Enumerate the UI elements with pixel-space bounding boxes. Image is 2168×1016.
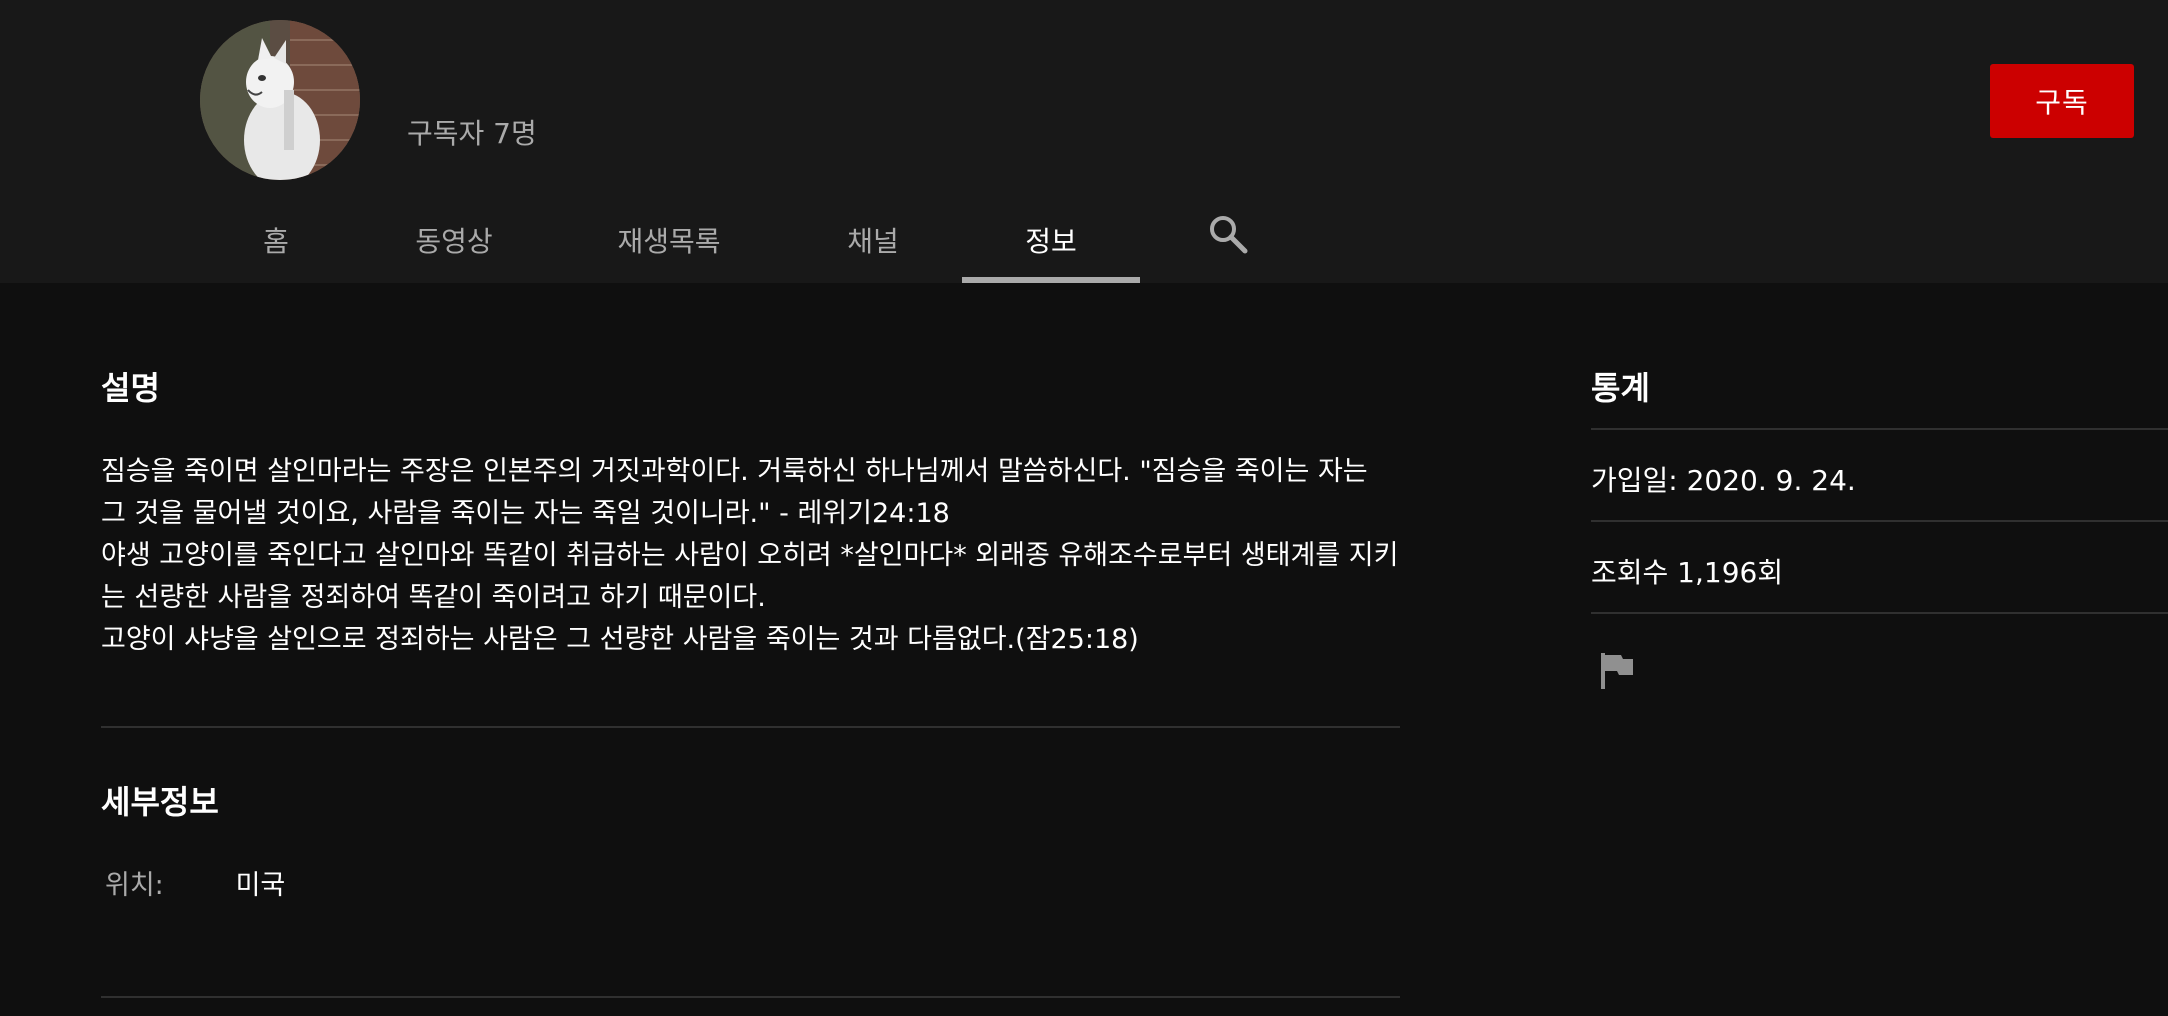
section-divider — [101, 996, 1400, 998]
cat-avatar-image — [200, 20, 360, 180]
stats-heading: 통계 — [1591, 369, 1650, 407]
channel-about-page: 구독자 7명 구독 홈 동영상 재생목록 채널 정보 설명 짐승을 죽이면 살인… — [0, 0, 2168, 1016]
tab-home[interactable]: 홈 — [236, 200, 316, 280]
tab-channels[interactable]: 채널 — [825, 200, 921, 280]
stats-divider — [1591, 428, 2168, 430]
subscribe-button[interactable]: 구독 — [1990, 64, 2134, 138]
description-line: 짐승을 죽이면 살인마라는 주장은 인본주의 거짓과학이다. 거룩하신 하나님께… — [101, 456, 1368, 529]
details-heading: 세부정보 — [101, 783, 219, 821]
stats-divider — [1591, 520, 2168, 522]
tab-about[interactable]: 정보 — [962, 200, 1140, 283]
description-heading: 설명 — [101, 369, 160, 407]
search-icon[interactable] — [1206, 212, 1250, 256]
tab-videos[interactable]: 동영상 — [393, 200, 515, 280]
stats-divider — [1591, 612, 2168, 614]
channel-description: 짐승을 죽이면 살인마라는 주장은 인본주의 거짓과학이다. 거룩하신 하나님께… — [101, 451, 1401, 661]
view-count: 조회수 1,196회 — [1591, 556, 1784, 589]
section-divider — [101, 726, 1400, 728]
channel-header: 구독자 7명 구독 홈 동영상 재생목록 채널 정보 — [0, 0, 2168, 283]
subscriber-count: 구독자 7명 — [407, 117, 537, 150]
joined-date: 가입일: 2020. 9. 24. — [1591, 464, 1856, 497]
description-line: 야생 고양이를 죽인다고 살인마와 똑같이 취급하는 사람이 오히려 *살인마다… — [101, 540, 1399, 613]
location-value: 미국 — [235, 870, 286, 901]
location-row: 위치: 미국 — [105, 863, 285, 902]
channel-tabs: 홈 동영상 재생목록 채널 정보 — [0, 200, 2168, 283]
location-label: 위치: — [105, 870, 164, 901]
description-line: 고양이 샤냥을 살인으로 정죄하는 사람은 그 선량한 사람을 죽이는 것과 다… — [101, 624, 1139, 655]
channel-avatar[interactable] — [200, 20, 360, 180]
tab-playlists[interactable]: 재생목록 — [598, 200, 740, 280]
flag-icon[interactable] — [1599, 651, 1635, 691]
